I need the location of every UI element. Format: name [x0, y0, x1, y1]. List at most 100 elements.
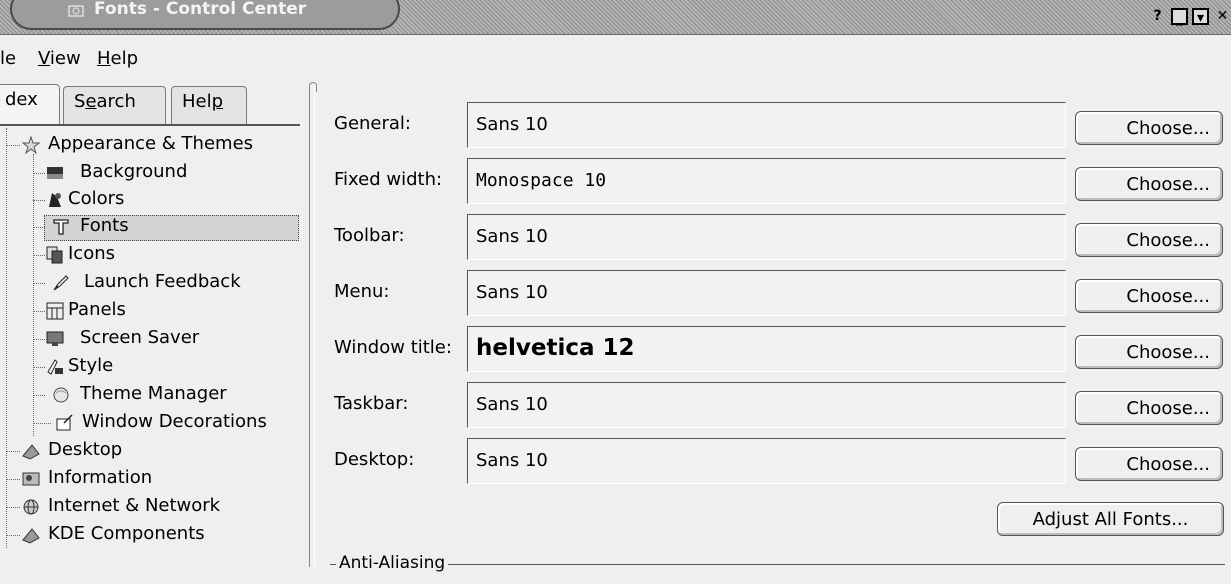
font-row-toolbar: Toolbar: Sans 10 Choose... [334, 214, 1224, 260]
tab-search-accel: e [85, 91, 97, 112]
choose-general-button[interactable]: Choose... [1075, 111, 1223, 145]
tree-item-style[interactable]: Style [0, 354, 300, 380]
desktop-icon [22, 444, 40, 460]
tree-item-fonts[interactable]: Fonts [0, 214, 300, 241]
font-label-fixed-width: Fixed width: [334, 169, 443, 190]
control-center-icon [68, 5, 84, 17]
choose-toolbar-button[interactable]: Choose... [1075, 223, 1223, 257]
tree-group-desktop[interactable]: Desktop [0, 438, 300, 464]
pane-splitter[interactable] [309, 84, 315, 567]
menu-file-label: le [0, 48, 17, 69]
colors-icon [49, 193, 61, 207]
close-button[interactable]: ✕ [1214, 8, 1231, 25]
menu-view-label: iew [49, 48, 81, 69]
fonts-icon [53, 219, 69, 235]
tab-search-label-post: arch [96, 91, 136, 112]
tree-group-information[interactable]: Information [0, 466, 300, 492]
tab-search[interactable]: Search [63, 86, 166, 124]
font-preview-menu: Sans 10 [467, 270, 1066, 316]
tree-label: Information [48, 467, 153, 488]
tree-item-icons[interactable]: Icons [0, 242, 300, 268]
help-button[interactable]: ? [1149, 8, 1166, 25]
tree-line [33, 283, 45, 284]
tree-line [33, 367, 45, 368]
menu-help-label: elp [110, 48, 139, 69]
panels-icon [46, 302, 64, 320]
menu-view[interactable]: View [38, 48, 81, 69]
choose-taskbar-button[interactable]: Choose... [1075, 391, 1223, 425]
font-preview-general: Sans 10 [467, 102, 1066, 148]
tree-line [6, 535, 20, 536]
screen-saver-icon [46, 331, 64, 346]
tree-item-launch-feedback[interactable]: Launch Feedback [0, 270, 300, 296]
menu-help-accel: H [97, 48, 111, 69]
tree-item-colors[interactable]: Colors [0, 187, 300, 213]
launch-feedback-icon [53, 275, 69, 291]
tree-line [33, 339, 45, 340]
tree-group-kde-components[interactable]: KDE Components [0, 522, 300, 548]
font-row-fixed-width: Fixed width: Monospace 10 Choose... [334, 158, 1224, 204]
tree-line [33, 311, 45, 312]
tree-line [33, 423, 51, 424]
minimize-button[interactable]: _ [1171, 8, 1188, 26]
choose-fixed-width-button[interactable]: Choose... [1075, 167, 1223, 201]
tree-label: Screen Saver [80, 327, 200, 348]
choose-window-title-button[interactable]: Choose... [1075, 335, 1223, 369]
kde-components-icon [22, 528, 40, 544]
font-label-toolbar: Toolbar: [334, 225, 405, 246]
tree-group-appearance[interactable]: Appearance & Themes [0, 132, 300, 158]
menu-file[interactable]: le [0, 48, 16, 69]
tree-line [6, 479, 20, 480]
title-pill: Fonts - Control Center [10, 0, 400, 30]
font-row-general: General: Sans 10 Choose... [334, 102, 1224, 148]
font-row-taskbar: Taskbar: Sans 10 Choose... [334, 382, 1224, 428]
information-icon [22, 472, 40, 486]
tree-label: Background [80, 161, 188, 182]
tab-index[interactable]: dex [0, 84, 60, 124]
tree-line [33, 395, 45, 396]
tree-label: KDE Components [48, 523, 205, 544]
navigation-pane: dex Search Help Appearance & Themes Back… [0, 84, 312, 567]
tree-line [33, 227, 45, 228]
tree-group-internet-network[interactable]: Internet & Network [0, 494, 300, 520]
font-preview-toolbar: Sans 10 [467, 214, 1066, 260]
theme-manager-icon [53, 387, 69, 403]
font-preview-taskbar: Sans 10 [467, 382, 1066, 428]
tree-label: Panels [68, 299, 126, 320]
window-titlebar[interactable]: Fonts - Control Center ? _ ▾ ✕ [0, 0, 1231, 35]
tree-item-panels[interactable]: Panels [0, 298, 300, 324]
tab-index-label: dex [5, 89, 38, 110]
window-decorations-icon [56, 414, 73, 431]
font-row-menu: Menu: Sans 10 Choose... [334, 270, 1224, 316]
choose-menu-button[interactable]: Choose... [1075, 279, 1223, 313]
appearance-star-icon [22, 136, 40, 154]
font-row-window-title: Window title: helvetica 12 Choose... [334, 326, 1224, 372]
tree-item-theme-manager[interactable]: Theme Manager [0, 382, 300, 408]
tree-item-screen-saver[interactable]: Screen Saver [0, 326, 300, 352]
anti-aliasing-group [330, 564, 1225, 584]
tree-line [6, 507, 20, 508]
tree-item-background[interactable]: Background [0, 160, 300, 186]
tree-line [6, 145, 20, 146]
background-icon [47, 167, 63, 179]
font-row-desktop: Desktop: Sans 10 Choose... [334, 438, 1224, 484]
maximize-button[interactable]: ▾ [1192, 8, 1209, 26]
menu-view-accel: V [38, 48, 50, 69]
tab-divider [0, 124, 300, 126]
font-label-general: General: [334, 113, 412, 134]
tree-item-window-decorations[interactable]: Window Decorations [0, 410, 300, 436]
tree-label: Internet & Network [48, 495, 221, 516]
font-preview-desktop: Sans 10 [467, 438, 1066, 484]
font-label-window-title: Window title: [334, 337, 452, 358]
tree-line [33, 200, 45, 201]
tree-label: Colors [68, 188, 125, 209]
window-title: Fonts - Control Center [94, 0, 307, 19]
choose-desktop-button[interactable]: Choose... [1075, 447, 1223, 481]
tab-search-label-pre: S [74, 91, 86, 112]
adjust-all-fonts-button[interactable]: Adjust All Fonts... [997, 502, 1224, 536]
tree-line [6, 451, 20, 452]
menu-help[interactable]: Help [97, 48, 138, 69]
tree-line [33, 173, 45, 174]
tab-help[interactable]: Help [171, 86, 247, 124]
icons-icon [46, 246, 63, 264]
